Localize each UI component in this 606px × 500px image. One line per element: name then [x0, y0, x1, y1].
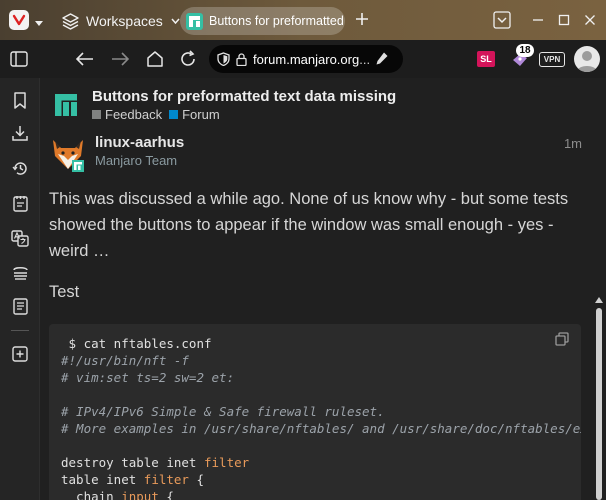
minimize-icon: [533, 19, 543, 21]
code-line: # IPv4/IPv6 Simple & Safe firewall rules…: [61, 404, 385, 419]
copy-icon[interactable]: [555, 332, 569, 346]
close-icon: [585, 15, 595, 25]
lock-icon: [236, 52, 247, 66]
fox-avatar-icon[interactable]: [50, 136, 86, 172]
vpn-button[interactable]: VPN: [539, 52, 565, 67]
manjaro-favicon-icon: [186, 12, 203, 30]
chevron-down-box-icon: [493, 11, 511, 29]
category-feedback[interactable]: Feedback: [92, 107, 162, 122]
close-button[interactable]: [580, 10, 600, 30]
code-keyword: filter: [143, 472, 189, 487]
workspaces-label: Workspaces: [86, 13, 163, 29]
extension-sl-icon[interactable]: SL: [477, 51, 495, 67]
book-icon: [12, 297, 28, 315]
url-host: forum.manjaro.org: [253, 51, 360, 67]
tab-title: Buttons for preformatted text data missi…: [209, 14, 345, 28]
reload-icon: [181, 50, 195, 66]
add-web-panel-button[interactable]: [10, 344, 30, 364]
reader-panel-button[interactable]: [10, 296, 30, 316]
chevron-down-icon: [171, 18, 180, 24]
new-tab-button[interactable]: [354, 11, 370, 32]
address-bar: forum.manjaro.org... SL 18 VPN: [0, 40, 606, 78]
post-username[interactable]: linux-aarhus: [95, 134, 184, 151]
profile-avatar[interactable]: [574, 46, 600, 72]
shield-icon: [217, 52, 230, 66]
scrollbar-thumb[interactable]: [596, 308, 602, 500]
scroll-up-arrow-icon[interactable]: [595, 296, 603, 304]
topic-categories: Feedback Forum: [92, 107, 227, 122]
side-panel: [0, 78, 40, 500]
post-user-title: Manjaro Team: [95, 153, 178, 168]
post-paragraph: This was discussed a while ago. None of …: [49, 190, 569, 260]
post-time[interactable]: 1m: [564, 136, 582, 151]
tab-list-button[interactable]: [492, 10, 512, 30]
post-paragraph-2: Test: [49, 283, 80, 301]
side-panel-divider: [11, 330, 29, 331]
notes-panel-button[interactable]: [10, 193, 30, 213]
code-keyword: input: [121, 489, 159, 500]
downloads-panel-button[interactable]: [10, 123, 30, 143]
maximize-icon: [558, 14, 570, 26]
workspaces-icon: [62, 12, 79, 30]
forum-topic-page: Buttons for preformatted text data missi…: [40, 78, 606, 500]
category-color-swatch: [92, 110, 101, 119]
manjaro-logo-icon[interactable]: [54, 93, 78, 117]
code-line: chain input {: [61, 489, 174, 500]
panel-toggle-button[interactable]: [9, 49, 29, 69]
code-line: # vim:set ts=2 sw=2 et:: [61, 370, 235, 385]
code-line: # More examples in /usr/share/nftables/ …: [61, 421, 581, 436]
user-icon: [577, 51, 597, 72]
plus-icon: [356, 13, 368, 25]
panel-toggle-icon: [10, 51, 28, 67]
reload-button[interactable]: [178, 49, 198, 69]
code-line: destroy table inet filter: [61, 455, 250, 470]
bookmarks-panel-button[interactable]: [10, 90, 30, 110]
category-color-swatch: [169, 110, 179, 119]
code-line: #!/usr/bin/nft -f: [61, 353, 189, 368]
tab-active[interactable]: Buttons for preformatted text data missi…: [180, 7, 345, 35]
translate-panel-button[interactable]: [10, 228, 30, 248]
title-bar: Workspaces Buttons for preformatted text…: [0, 0, 606, 40]
reading-list-panel-button[interactable]: [10, 263, 30, 283]
vivaldi-menu-chevron-icon[interactable]: [34, 15, 44, 33]
maximize-button[interactable]: [554, 10, 574, 30]
code-keyword: filter: [204, 455, 250, 470]
workspaces-button[interactable]: Workspaces: [62, 10, 187, 32]
category-forum[interactable]: Forum: [169, 107, 220, 122]
back-button[interactable]: [75, 49, 95, 69]
code-block: $ cat nftables.conf #!/usr/bin/nft -f # vi…: [49, 324, 581, 500]
extension-badge-count: 18: [516, 44, 534, 57]
url-field[interactable]: forum.manjaro.org...: [209, 45, 403, 73]
notes-icon: [12, 195, 28, 212]
plus-box-icon: [12, 346, 28, 362]
vivaldi-logo-icon[interactable]: [9, 10, 29, 30]
arrow-left-icon: [76, 52, 93, 66]
home-icon: [147, 51, 163, 67]
code-line: table inet filter {: [61, 472, 205, 487]
url-rest: ...: [359, 51, 371, 67]
forward-button[interactable]: [110, 49, 130, 69]
history-panel-button[interactable]: [10, 158, 30, 178]
edit-pencil-icon[interactable]: [375, 51, 389, 66]
bookmark-icon: [14, 91, 26, 109]
minimize-button[interactable]: [528, 10, 548, 30]
arrow-right-icon: [112, 52, 129, 66]
history-icon: [11, 161, 27, 175]
translate-icon: [11, 229, 29, 247]
download-icon: [12, 126, 28, 141]
home-button[interactable]: [145, 49, 165, 69]
topic-title[interactable]: Buttons for preformatted text data missi…: [92, 88, 396, 105]
glasses-icon: [12, 266, 28, 280]
code-line: $ cat nftables.conf: [61, 336, 212, 351]
